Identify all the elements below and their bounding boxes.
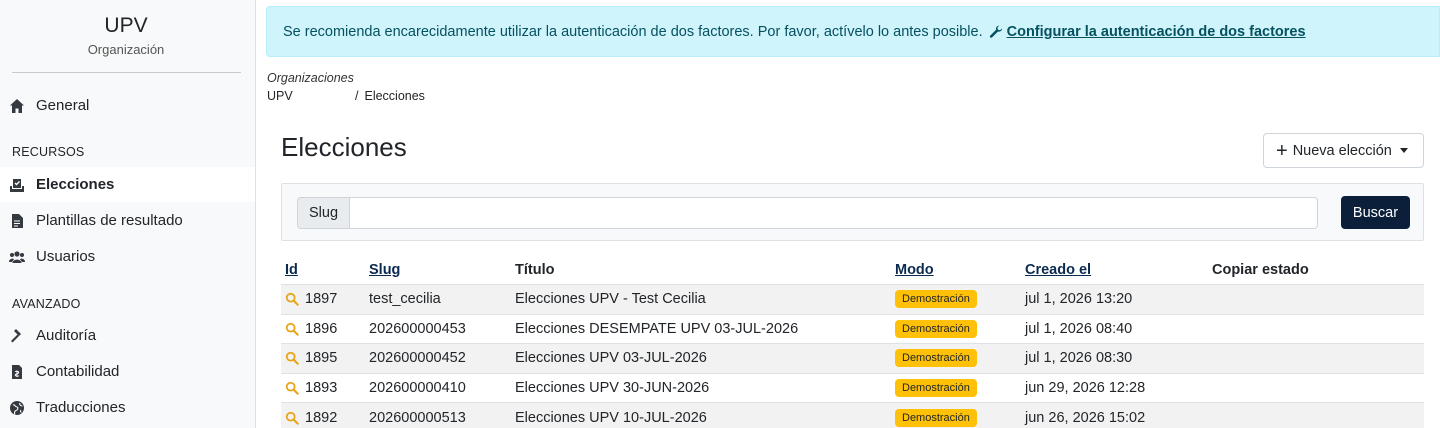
slug-label: Slug: [297, 197, 349, 229]
mode-badge: Demostración: [895, 408, 977, 427]
mode-badge: Demostración: [895, 290, 977, 309]
alert-text: Se recomienda encarecidamente utilizar l…: [283, 23, 983, 40]
magnifier-icon[interactable]: [285, 381, 299, 395]
sidebar-item-label: General: [36, 97, 90, 114]
sidebar-item-label: Elecciones: [36, 176, 115, 193]
new-election-label: Nueva elección: [1292, 142, 1392, 159]
row-title: Elecciones UPV - Test Cecilia: [515, 291, 706, 308]
row-title: Elecciones UPV 10-JUL-2026: [515, 409, 707, 426]
sidebar-divider: [12, 72, 241, 73]
column-header-id[interactable]: Id: [285, 262, 298, 278]
breadcrumb-separator: /: [355, 89, 359, 103]
sidebar-item-label: Traducciones: [36, 399, 126, 416]
column-header-created[interactable]: Creado el: [1025, 262, 1091, 278]
sidebar-item-general[interactable]: General: [0, 88, 255, 123]
row-id[interactable]: 1896: [305, 321, 337, 337]
row-slug: 202600000410: [369, 380, 466, 397]
sidebar-item-label: Contabilidad: [36, 363, 120, 380]
elections-table: Id Slug Título Modo Creado el Copiar est…: [281, 255, 1424, 428]
globe-icon: [8, 399, 26, 417]
row-created: jul 1, 2026 08:40: [1025, 320, 1133, 337]
magnifier-icon[interactable]: [285, 351, 299, 366]
row-created: jul 1, 2026 08:30: [1025, 350, 1133, 367]
sidebar: UPV Organización General RECURSOS Elecci…: [0, 0, 256, 428]
table-row: 1896 202600000453 Elecciones DESEMPATE U…: [281, 315, 1424, 345]
row-id[interactable]: 1895: [305, 350, 337, 366]
users-icon: [8, 248, 26, 266]
ballot-box-icon: [8, 176, 26, 194]
row-title: Elecciones DESEMPATE UPV 03-JUL-2026: [515, 320, 799, 337]
file-invoice-icon: [8, 363, 26, 381]
row-created: jun 29, 2026 12:28: [1025, 380, 1146, 397]
breadcrumb-org-link[interactable]: UPV: [267, 89, 355, 103]
sidebar-item-usuarios[interactable]: Usuarios: [0, 239, 255, 274]
magnifier-icon[interactable]: [285, 411, 299, 425]
page-title: Elecciones: [281, 132, 407, 162]
breadcrumb-label: Organizaciones: [267, 71, 354, 85]
home-icon: [8, 97, 26, 115]
sidebar-section-recursos: RECURSOS: [12, 145, 85, 159]
mode-badge: Demostración: [895, 349, 977, 368]
row-slug: 202600000452: [369, 350, 466, 367]
column-header-copy-state: Copiar estado: [1212, 261, 1309, 278]
new-election-button[interactable]: + Nueva elección: [1263, 133, 1424, 168]
row-id[interactable]: 1893: [305, 380, 337, 396]
table-row: 1895 202600000452 Elecciones UPV 03-JUL-…: [281, 344, 1424, 374]
sidebar-item-elecciones[interactable]: Elecciones: [0, 167, 255, 202]
search-button[interactable]: Buscar: [1341, 196, 1410, 229]
column-header-title: Título: [515, 261, 555, 278]
row-created: jul 1, 2026 13:20: [1025, 291, 1133, 308]
column-header-slug[interactable]: Slug: [369, 262, 400, 278]
slug-search-input[interactable]: [349, 197, 1318, 229]
row-id[interactable]: 1892: [305, 410, 337, 426]
chevron-down-icon: [1399, 148, 1408, 153]
wrench-icon: [989, 25, 1003, 39]
table-row: 1897 test_cecilia Elecciones UPV - Test …: [281, 285, 1424, 315]
plus-icon: +: [1276, 139, 1288, 162]
sidebar-item-plantillas[interactable]: Plantillas de resultado: [0, 203, 255, 238]
sidebar-item-label: Usuarios: [36, 248, 96, 265]
table-row: 1892 202600000513 Elecciones UPV 10-JUL-…: [281, 403, 1424, 428]
row-id[interactable]: 1897: [305, 291, 337, 307]
gavel-icon: [8, 327, 26, 345]
sidebar-section-avanzado: AVANZADO: [12, 297, 81, 311]
table-header-row: Id Slug Título Modo Creado el Copiar est…: [281, 255, 1424, 285]
sidebar-item-label: Auditoría: [36, 327, 97, 344]
row-slug: test_cecilia: [369, 291, 441, 308]
breadcrumb: UPV / Elecciones: [267, 89, 425, 103]
row-title: Elecciones UPV 30-JUN-2026: [515, 380, 710, 397]
sidebar-item-contabilidad[interactable]: Contabilidad: [0, 354, 255, 389]
mode-badge: Demostración: [895, 379, 977, 398]
org-subtitle: Organización: [87, 42, 165, 57]
row-created: jun 26, 2026 15:02: [1025, 409, 1146, 426]
sidebar-item-label: Plantillas de resultado: [36, 212, 183, 229]
sidebar-item-auditoria[interactable]: Auditoría: [0, 318, 255, 353]
breadcrumb-current: Elecciones: [364, 89, 425, 103]
magnifier-icon[interactable]: [285, 322, 299, 336]
configure-2fa-label: Configurar la autenticación de dos facto…: [1006, 23, 1306, 40]
mode-badge: Demostración: [895, 319, 977, 338]
column-header-mode[interactable]: Modo: [895, 262, 934, 278]
row-slug: 202600000453: [369, 320, 466, 337]
row-slug: 202600000513: [369, 409, 466, 426]
configure-2fa-link[interactable]: Configurar la autenticación de dos facto…: [989, 24, 1306, 40]
search-panel: Slug Buscar: [281, 183, 1424, 241]
file-icon: [8, 212, 26, 230]
row-title: Elecciones UPV 03-JUL-2026: [515, 350, 707, 367]
sidebar-item-traducciones[interactable]: Traducciones: [0, 390, 255, 425]
org-title: UPV: [104, 14, 148, 37]
table-row: 1893 202600000410 Elecciones UPV 30-JUN-…: [281, 374, 1424, 404]
two-factor-alert: Se recomienda encarecidamente utilizar l…: [266, 6, 1440, 57]
magnifier-icon[interactable]: [285, 292, 299, 307]
